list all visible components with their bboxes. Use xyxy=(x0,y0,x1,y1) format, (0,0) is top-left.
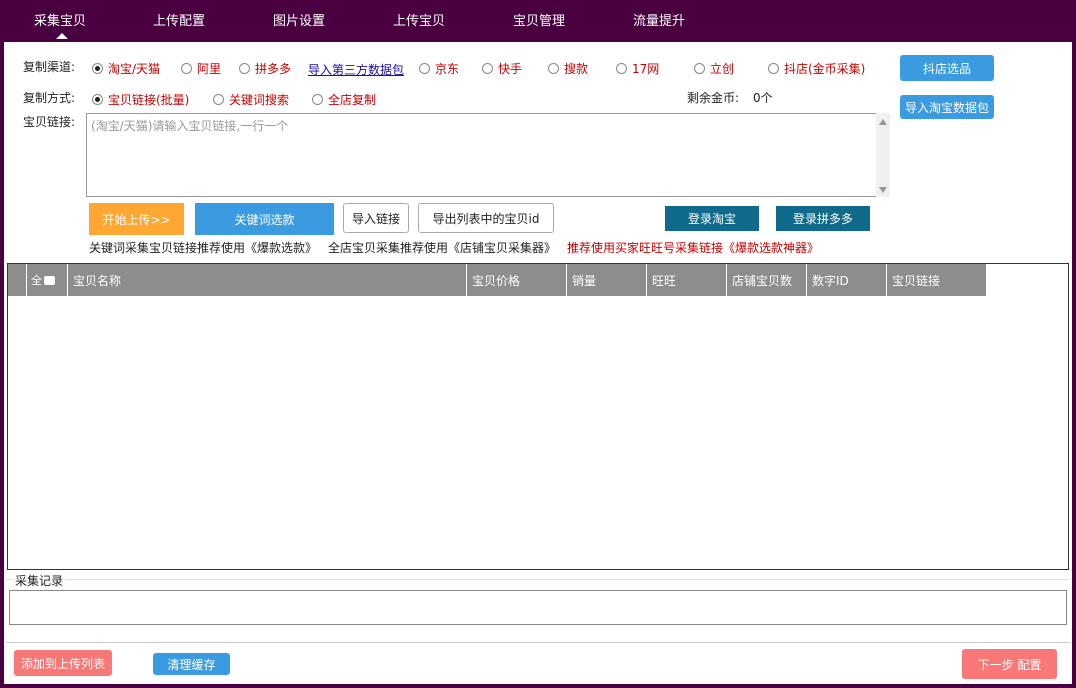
start-upload-button[interactable]: 开始上传>> xyxy=(89,203,184,235)
export-ids-button[interactable]: 导出列表中的宝贝id xyxy=(418,203,554,233)
method-radio-shop[interactable]: 全店复制 xyxy=(312,91,376,108)
footer-divider xyxy=(6,642,1070,643)
next-step-button[interactable]: 下一步 配置 xyxy=(962,649,1057,679)
channel-radio-kuaishou[interactable]: 快手 xyxy=(482,60,522,77)
radio-icon xyxy=(213,94,224,105)
channel-radio-pdd[interactable]: 拼多多 xyxy=(239,60,291,77)
active-tab-caret-icon xyxy=(56,33,68,39)
shop-hint: 全店宝贝采集推荐使用《店铺宝贝采集器》 xyxy=(328,241,557,255)
log-title: 采集记录 xyxy=(13,572,66,589)
method-radio-link[interactable]: 宝贝链接(批量) xyxy=(92,91,189,108)
radio-icon xyxy=(548,63,559,74)
coins-value: 0个 xyxy=(753,91,773,105)
tab-upload-config[interactable]: 上传配置 xyxy=(153,10,205,29)
import-taobao-package-button[interactable]: 导入淘宝数据包 xyxy=(900,95,994,119)
log-output[interactable] xyxy=(9,590,1067,625)
coins-label: 剩余金币: xyxy=(687,91,740,105)
import-links-button[interactable]: 导入链接 xyxy=(343,203,409,233)
log-divider xyxy=(6,579,1070,580)
links-scrollbar[interactable] xyxy=(876,113,890,197)
tab-image-settings[interactable]: 图片设置 xyxy=(273,10,325,29)
scroll-up-icon[interactable] xyxy=(879,119,887,125)
radio-icon xyxy=(181,63,192,74)
links-textarea[interactable]: (淘宝/天猫)请输入宝贝链接,一行一个 xyxy=(86,113,878,197)
col-sales[interactable]: 销量 xyxy=(567,264,647,296)
radio-icon xyxy=(768,63,779,74)
col-item-name[interactable]: 宝贝名称 xyxy=(68,264,467,296)
method-label: 复制方式: xyxy=(23,91,76,105)
douyin-select-button[interactable]: 抖店选品 xyxy=(900,55,994,81)
channel-radio-lichuang[interactable]: 立创 xyxy=(694,60,734,77)
import-third-party-link[interactable]: 导入第三方数据包 xyxy=(308,61,404,78)
wangwang-hint: 推荐使用买家旺旺号采集链接《爆款选款神器》 xyxy=(567,241,820,255)
channel-radio-douyin[interactable]: 抖店(金币采集) xyxy=(768,60,865,77)
tab-collect[interactable]: 采集宝贝 xyxy=(34,10,86,29)
channel-radio-taobao[interactable]: 淘宝/天猫 xyxy=(92,60,160,77)
radio-icon xyxy=(239,63,250,74)
keyword-select-button[interactable]: 关键词选款 xyxy=(195,203,334,235)
channel-radio-jd[interactable]: 京东 xyxy=(419,60,459,77)
select-all-header[interactable]: 全 xyxy=(27,264,68,296)
col-shop-item-count[interactable]: 店铺宝贝数 xyxy=(727,264,807,296)
radio-icon xyxy=(482,63,493,74)
login-pdd-button[interactable]: 登录拼多多 xyxy=(776,206,870,231)
method-radio-keyword[interactable]: 关键词搜索 xyxy=(213,91,289,108)
login-taobao-button[interactable]: 登录淘宝 xyxy=(665,206,759,231)
channel-radio-soukuan[interactable]: 搜款 xyxy=(548,60,588,77)
links-label: 宝贝链接: xyxy=(23,115,76,129)
tab-item-manage[interactable]: 宝贝管理 xyxy=(513,10,565,29)
col-item-price[interactable]: 宝贝价格 xyxy=(467,264,567,296)
radio-checked-icon xyxy=(92,63,103,74)
radio-checked-icon xyxy=(92,94,103,105)
col-item-link[interactable]: 宝贝链接 xyxy=(887,264,986,296)
radio-icon xyxy=(694,63,705,74)
radio-icon xyxy=(312,94,323,105)
channel-radio-17wang[interactable]: 17网 xyxy=(616,60,659,77)
tab-traffic-boost[interactable]: 流量提升 xyxy=(633,10,685,29)
scroll-down-icon[interactable] xyxy=(879,187,887,193)
keyword-hint: 关键词采集宝贝链接推荐使用《爆款选款》 xyxy=(89,241,318,255)
main-panel: 复制渠道: 淘宝/天猫 阿里 拼多多 导入第三方数据包 京东 快手 搜款 17网… xyxy=(4,42,1072,684)
row-indicator-header xyxy=(8,264,27,296)
radio-icon xyxy=(616,63,627,74)
table-header: 全 宝贝名称 宝贝价格 销量 旺旺 店铺宝贝数 数字ID 宝贝链接 xyxy=(8,264,986,296)
top-nav: 采集宝贝 上传配置 图片设置 上传宝贝 宝贝管理 流量提升 xyxy=(0,0,1076,40)
items-table: 全 宝贝名称 宝贝价格 销量 旺旺 店铺宝贝数 数字ID 宝贝链接 xyxy=(7,263,1069,570)
channel-radio-ali[interactable]: 阿里 xyxy=(181,60,221,77)
add-to-upload-list-button[interactable]: 添加到上传列表 xyxy=(14,650,112,676)
tab-upload-items[interactable]: 上传宝贝 xyxy=(393,10,445,29)
channel-label: 复制渠道: xyxy=(23,60,76,74)
clear-cache-button[interactable]: 清理缓存 xyxy=(153,653,230,675)
checkbox-icon[interactable] xyxy=(44,275,55,285)
radio-icon xyxy=(419,63,430,74)
col-wangwang[interactable]: 旺旺 xyxy=(647,264,727,296)
col-numeric-id[interactable]: 数字ID xyxy=(807,264,887,296)
